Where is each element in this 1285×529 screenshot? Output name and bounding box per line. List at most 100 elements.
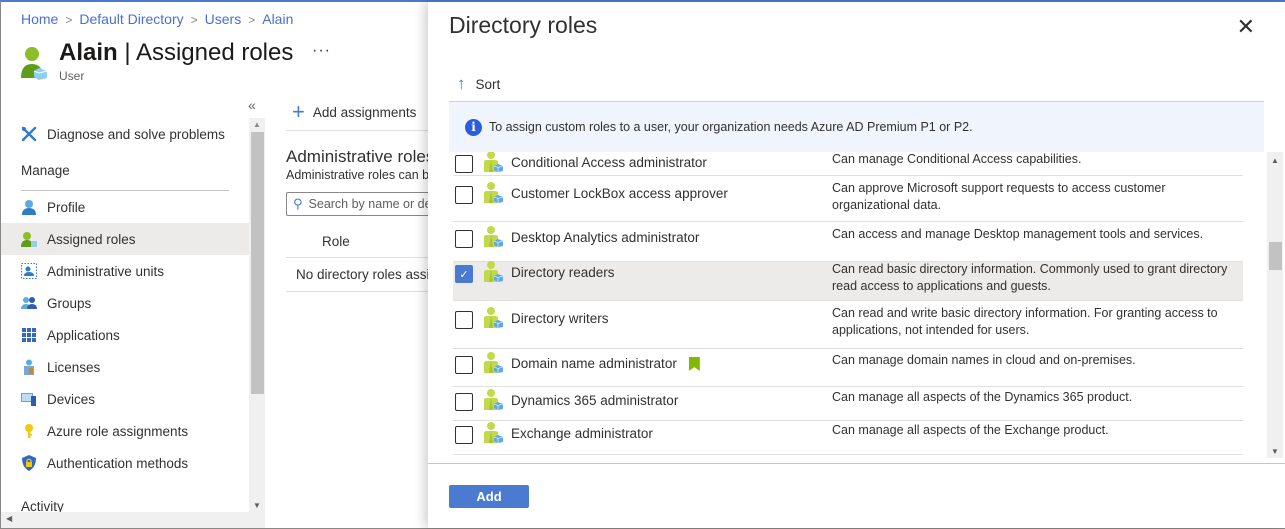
add-button[interactable]: Add [449,485,529,508]
sidebar-item-label: Diagnose and solve problems [47,126,225,142]
sidebar-item-diagnose[interactable]: Diagnose and solve problems [1,118,249,150]
role-checkbox[interactable]: ✓ [455,265,473,283]
sidebar-item-profile[interactable]: Profile [1,191,249,223]
sort-button[interactable]: ↑ Sort [457,74,500,94]
role-description: Can manage all aspects of the Exchange p… [832,423,1109,437]
sort-label: Sort [475,76,501,92]
role-icon [482,421,504,443]
sidebar-item-groups[interactable]: Groups [1,287,249,319]
groups-icon [21,295,37,311]
sidebar-scrollbar[interactable]: ▲ ▼ [249,118,265,512]
main-content: + Add assignments Administrative roles A… [286,97,436,292]
page-title-section: Assigned roles [135,39,294,66]
role-checkbox[interactable] [455,186,473,204]
role-row[interactable]: Exchange administrator Can manage all asp… [453,421,1243,455]
breadcrumb-default-directory[interactable]: Default Directory [79,11,183,29]
roles-scrollbar[interactable]: ▲ ▼ [1267,152,1283,458]
sidebar-item-label: Devices [47,391,96,407]
role-description: Can manage all aspects of the Dynamics 3… [832,390,1133,404]
sidebar-item-label: Groups [47,295,92,311]
role-row[interactable]: Dynamics 365 administrator Can manage all… [453,387,1243,421]
add-assignments-button[interactable]: + Add assignments [292,97,436,127]
role-row[interactable]: Directory writers Can read and write basi… [453,301,1243,349]
info-icon: i [465,118,482,136]
role-name-text: Directory readers [511,265,615,280]
page-title-user: Alain [59,39,118,66]
empty-message: No directory roles assigned [286,258,436,292]
page-subtitle: User [59,69,85,83]
role-name: Dynamics 365 administrator [504,393,832,420]
role-row[interactable]: Customer LockBox access approver Can appr… [453,176,1243,222]
key-icon [21,423,37,439]
close-icon[interactable]: ✕ [1237,14,1255,40]
more-options-button[interactable]: ··· [312,42,331,60]
chevron-right-icon: > [248,13,256,27]
applications-icon [21,327,37,343]
scroll-left-icon[interactable]: ◀ [6,514,12,523]
sidebar-section-activity: Activity [21,498,64,513]
devices-icon [21,391,37,407]
sidebar-item-licenses[interactable]: Licenses [1,351,249,383]
role-icon [482,388,504,410]
breadcrumb-alain[interactable]: Alain [262,11,293,29]
collapse-sidebar-button[interactable]: « [248,97,256,113]
scrollbar-thumb[interactable] [1269,242,1282,270]
page-title: Alain | Assigned roles [59,38,293,68]
role-icon [482,152,504,172]
role-name-text: Exchange administrator [511,426,653,441]
sidebar-item-administrative-units[interactable]: Administrative units [1,255,249,287]
sidebar-item-label: Azure role assignments [47,423,189,439]
sidebar-item-applications[interactable]: Applications [1,319,249,351]
sidebar-item-assigned-roles[interactable]: Assigned roles [1,223,249,255]
role-icon [482,306,504,328]
breadcrumb-home[interactable]: Home [21,11,58,29]
scroll-up-icon[interactable]: ▲ [253,120,261,129]
role-row[interactable]: ✓ Directory readers Can read basic directo… [453,261,1243,301]
plus-icon: + [292,99,305,124]
role-row[interactable]: Desktop Analytics administrator Can acces… [453,222,1243,262]
role-checkbox[interactable] [455,311,473,329]
role-row[interactable]: Conditional Access administrator Can mana… [453,152,1243,176]
footer-divider [428,463,1285,464]
scroll-down-icon[interactable]: ▼ [1271,447,1279,456]
role-checkbox[interactable] [455,393,473,411]
page-title-separator: | [117,39,136,66]
scroll-down-icon[interactable]: ▼ [253,501,261,510]
role-row[interactable]: Domain name administrator Can manage doma… [453,349,1243,387]
role-name-text: Domain name administrator [511,356,677,371]
sidebar-section-manage: Manage [21,162,70,178]
role-name: Directory writers [504,311,832,348]
chevron-right-icon: > [65,13,73,27]
toolbar-divider [286,130,436,131]
role-checkbox[interactable] [455,426,473,444]
scroll-up-icon[interactable]: ▲ [1271,156,1279,165]
role-name: Customer LockBox access approver [504,186,832,221]
arrow-up-icon: ↑ [457,74,466,93]
role-name-text: Customer LockBox access approver [511,186,728,201]
search-input[interactable]: ⚲ Search by name or description [286,192,436,216]
panel-title: Directory roles [449,12,598,38]
sidebar-item-devices[interactable]: Devices [1,383,249,415]
role-name: Exchange administrator [504,426,832,454]
role-checkbox[interactable] [455,155,473,173]
scrollbar-thumb[interactable] [251,132,264,394]
sidebar-horizontal-scrollbar[interactable]: ◀ [1,512,265,528]
sidebar-item-label: Applications [47,327,120,343]
role-column-header[interactable]: Role [286,226,436,258]
info-text: To assign custom roles to a user, your o… [489,120,973,134]
breadcrumb-users[interactable]: Users [205,11,242,29]
roles-list: Conditional Access administrator Can mana… [453,152,1243,458]
breadcrumb: Home > Default Directory > Users > Alain [21,11,293,29]
directory-roles-panel: Directory roles ✕ ↑ Sort i To assign cus… [428,2,1285,528]
role-description: Can manage domain names in cloud and on-… [832,353,1136,367]
sidebar-item-azure-role-assignments[interactable]: Azure role assignments [1,415,249,447]
role-name-text: Conditional Access administrator [511,155,707,170]
sidebar-item-authentication-methods[interactable]: Authentication methods [1,447,249,479]
shield-icon [21,455,37,471]
admin-roles-description: Administrative roles can be [286,168,437,182]
admin-roles-title: Administrative roles [286,147,435,166]
info-banner: i To assign custom roles to a user, your… [449,102,1264,152]
role-checkbox[interactable] [455,356,473,374]
chevron-right-icon: > [190,13,198,27]
role-checkbox[interactable] [455,230,473,248]
